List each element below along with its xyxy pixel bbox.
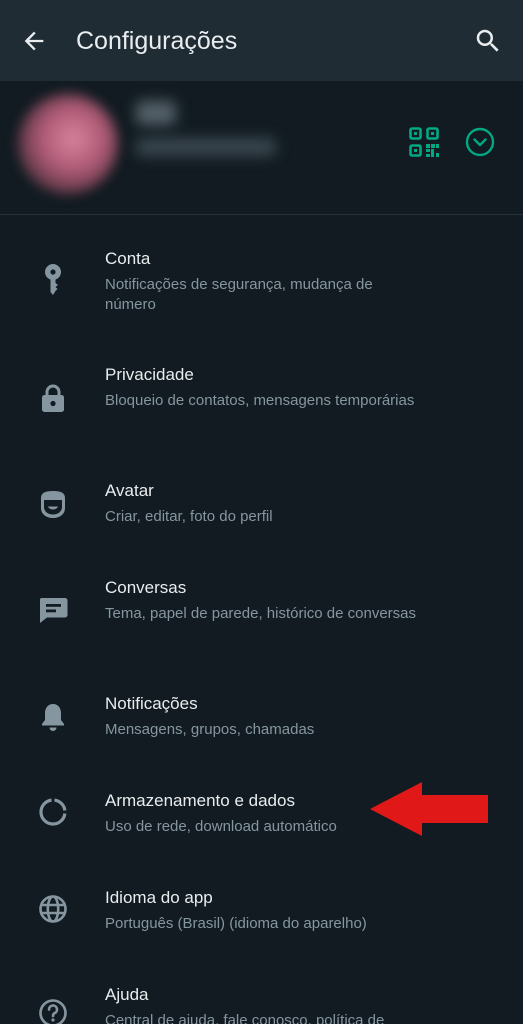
settings-item-label: Idioma do app [105,888,213,907]
search-icon [476,29,499,52]
settings-item-subtitle: Bloqueio de contatos, mensagens temporár… [105,392,415,409]
settings-item-label: Armazenamento e dados [105,791,295,810]
settings-item-label: Notificações [105,694,198,713]
settings-item-label: Privacidade [105,365,194,384]
qr-code-icon [409,127,439,157]
settings-item-subtitle: Português (Brasil) (idioma do aparelho) [105,915,367,932]
bell-icon [31,695,75,739]
avatar-face-icon [31,482,75,526]
account-switch-button[interactable] [460,122,500,162]
profile-status-blurred [136,138,276,156]
avatar[interactable] [18,94,118,194]
divider [0,214,523,215]
help-icon [31,991,75,1024]
page-title: Configurações [76,27,238,55]
settings-item-subtitle: Criar, editar, foto do perfil [105,508,273,525]
profile-name-blurred [136,101,176,125]
qr-code-button[interactable] [404,122,444,162]
annotation-arrow-icon [370,782,488,836]
settings-item-label: Conversas [105,578,187,597]
search-button[interactable] [466,21,510,61]
arrow-back-icon [24,31,44,51]
app-bar: Configurações [0,0,523,81]
settings-screen: Configurações Conta Notificações de segu… [0,0,523,1024]
profile-section[interactable] [0,81,523,215]
settings-item-label: Avatar [105,481,154,500]
chat-icon [31,588,75,632]
chevron-down-circle-icon [465,127,495,157]
settings-item-subtitle: Tema, papel de parede, histórico de conv… [105,605,417,622]
data-usage-icon [31,790,75,834]
settings-item-label: Conta [105,249,151,268]
settings-item-subtitle: Central de ajuda, fale conosco, política… [105,1012,385,1024]
back-button[interactable] [14,21,54,61]
settings-item-subtitle: Mensagens, grupos, chamadas [105,721,315,738]
settings-item-label: Ajuda [105,985,149,1004]
settings-item-subtitle: Notificações de segurança, mudança de nú… [105,276,373,313]
globe-icon [31,887,75,931]
key-icon [31,258,75,302]
lock-icon [31,376,75,420]
